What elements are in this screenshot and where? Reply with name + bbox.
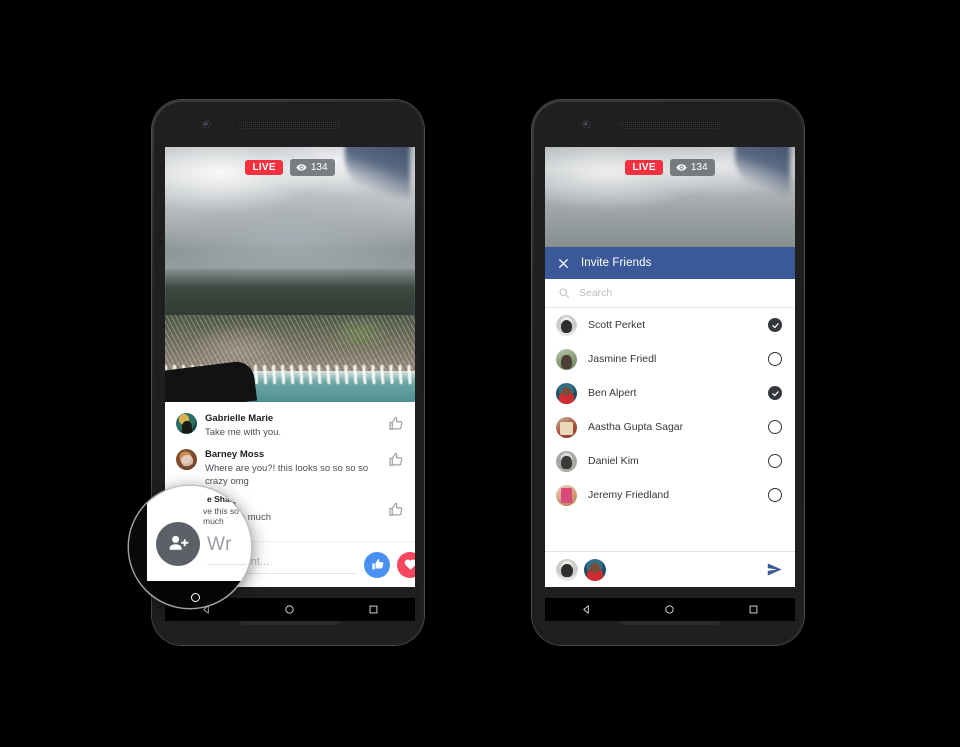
check-icon	[771, 322, 779, 328]
comment-body: Barney Moss Where are you?! this looks s…	[205, 449, 379, 488]
add-friend-button[interactable]	[156, 522, 200, 566]
send-paper-plane-icon[interactable]	[766, 561, 783, 578]
phone-bezel-right: LIVE 134 Invite Friends Search Scott Per…	[534, 102, 802, 643]
square-recents-icon[interactable]	[748, 604, 759, 615]
front-camera-icon	[202, 120, 211, 129]
selection-checkmark-selected[interactable]	[768, 318, 782, 332]
friend-name: Daniel Kim	[588, 455, 639, 467]
list-item[interactable]: Daniel Kim	[545, 444, 795, 478]
triangle-back-icon[interactable]	[581, 604, 592, 615]
video-badge-row: LIVE 134	[545, 159, 795, 176]
search-input[interactable]: Search	[579, 287, 612, 299]
list-item[interactable]: Ben Alpert	[545, 376, 795, 410]
friend-name: Jeremy Friedland	[588, 489, 670, 501]
circle-home-icon[interactable]	[284, 604, 295, 615]
list-item[interactable]: Aastha Gupta Sagar	[545, 410, 795, 444]
close-x-icon[interactable]	[557, 257, 570, 270]
lens-comment-author: e Shah	[207, 494, 235, 504]
earpiece-speaker	[239, 121, 341, 129]
love-reaction-button[interactable]	[397, 551, 415, 578]
heart-filled-icon	[404, 559, 415, 570]
invite-send-bar	[545, 551, 795, 587]
avatar	[556, 450, 577, 472]
friend-name: Aastha Gupta Sagar	[588, 421, 684, 433]
comment-text: Take me with you.	[205, 426, 282, 438]
list-item[interactable]: Jeremy Friedland	[545, 478, 795, 512]
live-badge: LIVE	[245, 160, 283, 175]
friend-list: Scott Perket Jasmine Friedl Ben Alpert A…	[545, 308, 795, 512]
friend-name: Jasmine Friedl	[588, 353, 657, 365]
comment-item[interactable]: Gabrielle Marie Take me with you.	[165, 408, 415, 444]
thumbs-up-outline-icon[interactable]	[387, 501, 405, 519]
selection-checkmark-selected[interactable]	[768, 386, 782, 400]
viewer-count-value: 134	[690, 161, 708, 173]
viewer-count-badge: 134	[669, 159, 715, 176]
avatar	[556, 382, 577, 404]
lens-home-icon	[191, 593, 200, 602]
live-video-player[interactable]: LIVE 134	[165, 147, 415, 402]
like-reaction-button[interactable]	[364, 551, 390, 578]
front-camera-icon	[582, 120, 591, 129]
phone-device-right: LIVE 134 Invite Friends Search Scott Per…	[532, 100, 804, 645]
zoom-lens-callout: e Shah ve this so much Wr	[129, 486, 251, 608]
comment-author: Gabrielle Marie	[205, 413, 274, 424]
avatar	[556, 416, 577, 438]
invite-dialog-title: Invite Friends	[581, 257, 652, 269]
lens-composer-underline	[207, 564, 247, 565]
search-icon	[559, 288, 569, 298]
eye-icon	[296, 164, 307, 171]
selection-checkmark-unselected[interactable]	[768, 352, 782, 366]
avatar	[556, 558, 578, 581]
thumbs-up-outline-icon[interactable]	[387, 451, 405, 469]
avatar	[556, 314, 577, 336]
selection-checkmark-unselected[interactable]	[768, 488, 782, 502]
selection-checkmark-unselected[interactable]	[768, 454, 782, 468]
list-item[interactable]: Jasmine Friedl	[545, 342, 795, 376]
lens-composer-text: Wr	[207, 534, 232, 555]
live-video-player[interactable]: LIVE 134	[545, 147, 795, 247]
friend-name: Scott Perket	[588, 319, 646, 331]
thumbs-up-outline-icon[interactable]	[387, 415, 405, 433]
viewer-count-value: 134	[310, 161, 328, 173]
live-badge: LIVE	[625, 160, 663, 175]
comment-author: Barney Moss	[205, 449, 265, 461]
thumbs-up-filled-icon	[371, 559, 383, 570]
check-icon	[771, 390, 779, 396]
invite-dialog-header: Invite Friends	[545, 247, 795, 279]
lens-comment-text: ve this so much	[203, 506, 239, 526]
earpiece-speaker	[619, 121, 721, 129]
selection-checkmark-unselected[interactable]	[768, 420, 782, 434]
avatar	[176, 449, 197, 471]
viewer-count-badge: 134	[289, 159, 335, 176]
avatar	[584, 558, 606, 581]
person-add-icon	[169, 535, 189, 550]
android-navbar-right	[545, 598, 795, 621]
avatar	[176, 413, 197, 434]
avatar	[556, 348, 577, 370]
eye-icon	[676, 164, 687, 171]
comment-body: Gabrielle Marie Take me with you.	[205, 413, 379, 439]
square-recents-icon[interactable]	[368, 604, 379, 615]
avatar	[556, 484, 577, 506]
comment-text: Where are you?! this looks so so so so c…	[205, 462, 369, 488]
friend-search-bar[interactable]: Search	[545, 279, 795, 308]
screenshot-canvas: LIVE 134 Gabrielle Marie Take me with yo…	[0, 0, 960, 747]
video-badge-row: LIVE 134	[165, 159, 415, 176]
list-item[interactable]: Scott Perket	[545, 308, 795, 342]
screen-right: LIVE 134 Invite Friends Search Scott Per…	[545, 147, 795, 587]
circle-home-icon[interactable]	[664, 604, 675, 615]
friend-name: Ben Alpert	[588, 387, 637, 399]
